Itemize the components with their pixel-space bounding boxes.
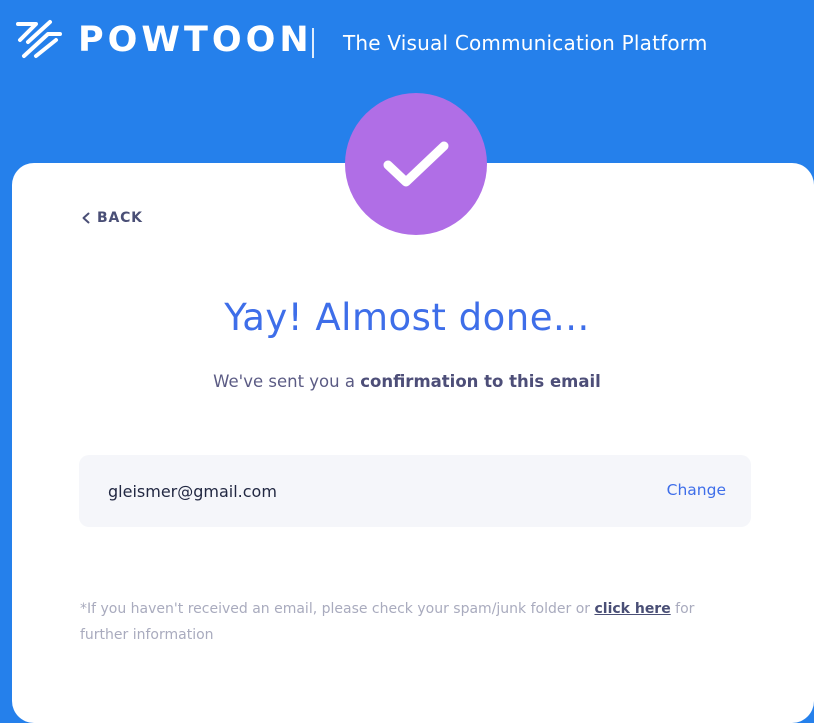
confirmation-message: We've sent you a confirmation to this em… xyxy=(0,370,814,394)
top-bar: POWTOON The Visual Communication Platfor… xyxy=(0,0,814,80)
brand-name: POWTOON xyxy=(78,20,313,60)
confirmation-message-prefix: We've sent you a xyxy=(213,372,361,391)
chevron-left-icon xyxy=(82,212,90,224)
help-footnote: *If you haven't received an email, pleas… xyxy=(80,596,720,648)
footnote-prefix: *If you haven't received an email, pleas… xyxy=(80,601,595,617)
email-value: gleismer@gmail.com xyxy=(108,482,277,501)
page-title: Yay! Almost done... xyxy=(224,296,590,339)
powtoon-logo-icon xyxy=(16,20,62,58)
header-divider xyxy=(312,28,314,58)
powtoon-logo[interactable]: POWTOON xyxy=(14,18,313,62)
click-here-link[interactable]: click here xyxy=(594,601,670,617)
confirmation-message-bold: confirmation to this email xyxy=(360,372,601,391)
change-email-link[interactable]: Change xyxy=(667,479,726,501)
back-button[interactable]: BACK xyxy=(81,210,143,226)
tagline: The Visual Communication Platform xyxy=(343,31,708,55)
success-badge xyxy=(345,93,487,235)
email-display: gleismer@gmail.com Change xyxy=(79,455,751,527)
back-label: BACK xyxy=(97,210,143,226)
check-icon xyxy=(383,141,449,187)
